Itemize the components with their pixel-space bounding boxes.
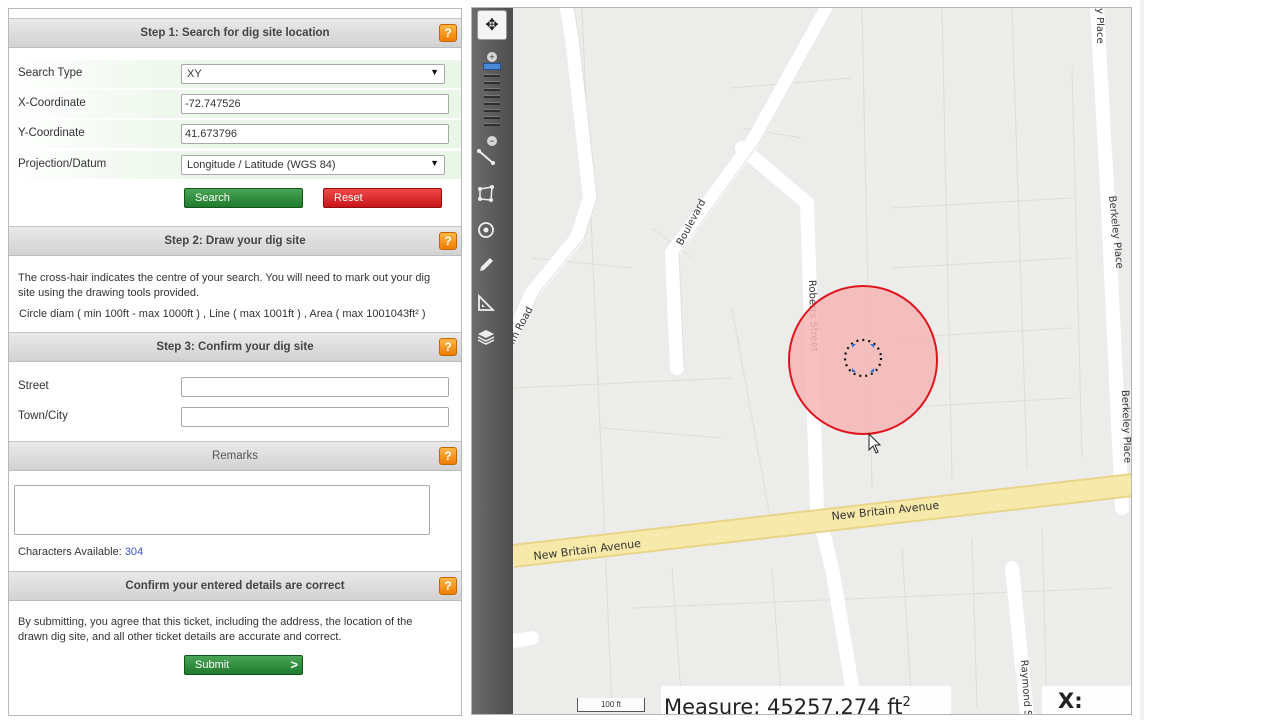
x-coordinate-row: X-Coordinate -72.747526 [9, 90, 461, 118]
circle-tool-icon[interactable] [477, 221, 507, 251]
projection-row: Projection/Datum Longitude / Latitude (W… [9, 151, 461, 179]
zoom-in-icon[interactable]: + [487, 52, 497, 62]
polygon-tool-icon[interactable] [477, 185, 507, 215]
scale-bar: 100 ft [577, 698, 645, 712]
street-input[interactable] [181, 377, 449, 397]
zoom-slider-handle[interactable] [483, 63, 501, 70]
step2-limits: Circle diam ( min 100ft - max 1000ft ) ,… [19, 308, 426, 320]
y-coordinate-input[interactable]: 41.673796 [181, 124, 449, 144]
confirm-header: Confirm your entered details are correct… [9, 571, 461, 601]
zoom-out-icon[interactable]: − [487, 136, 497, 146]
chevron-down-icon: ▼ [430, 158, 439, 168]
confirm-text-line2: drawn dig site, and all other ticket det… [18, 631, 342, 643]
projection-label: Projection/Datum [18, 158, 107, 170]
chevron-down-icon: ▼ [430, 67, 439, 77]
x-coordinate-input[interactable]: -72.747526 [181, 94, 449, 114]
submit-button[interactable]: Submit > [184, 655, 303, 675]
step3-header: Step 3: Confirm your dig site ? [9, 332, 461, 362]
projection-select[interactable]: Longitude / Latitude (WGS 84) ▼ [181, 155, 445, 175]
pencil-icon[interactable] [477, 256, 507, 286]
berkeley-place-label-top: y Place [1094, 8, 1105, 44]
step2-instructions-line1: The cross-hair indicates the centre of y… [18, 272, 431, 284]
line-tool-icon[interactable] [477, 148, 507, 178]
submit-label: Submit [195, 659, 230, 671]
town-input[interactable] [181, 407, 449, 427]
map-canvas[interactable]: New Britain Avenue New Britain Avenue Ro… [472, 8, 1132, 715]
ham-road [505, 8, 598, 345]
characters-available: Characters Available: 304 [18, 544, 143, 560]
right-margin [1140, 0, 1280, 720]
layers-icon[interactable] [477, 328, 507, 358]
remarks-title: Remarks [211, 450, 258, 462]
search-type-row: Search Type XY ▼ [9, 60, 461, 88]
street-row: Street [9, 373, 461, 401]
search-button[interactable]: Search [184, 188, 303, 208]
step1-title: Step 1: Search for dig site location [140, 27, 330, 39]
map-toolbar: ✥ + − [472, 8, 513, 714]
search-type-value: XY [187, 68, 202, 80]
dig-site-circle[interactable] [788, 285, 938, 435]
y-coordinate-label: Y-Coordinate [18, 127, 85, 139]
x-coordinate-label: X-Coordinate [18, 97, 86, 109]
coordinate-readout: X: [1042, 686, 1131, 714]
measure-readout: Measure: 45257.274 ft2 [661, 686, 951, 715]
remarks-header: Remarks ? [9, 441, 461, 471]
town-label: Town/City [18, 410, 68, 422]
projection-value: Longitude / Latitude (WGS 84) [187, 159, 336, 171]
town-row: Town/City [9, 403, 461, 431]
measure-icon[interactable] [477, 294, 507, 324]
roberts-street-road [735, 141, 864, 714]
pan-icon[interactable]: ✥ [477, 10, 507, 40]
characters-available-count: 304 [124, 546, 144, 558]
search-type-select[interactable]: XY ▼ [181, 64, 445, 84]
remarks-textarea[interactable] [14, 485, 430, 535]
confirm-text-line1: By submitting, you agree that this ticke… [18, 616, 413, 628]
arrow-right-icon: > [290, 657, 298, 672]
dig-site-form: Step 1: Search for dig site location ? S… [8, 8, 462, 716]
street-label: Street [18, 380, 49, 392]
measure-unit-power: 2 [902, 695, 911, 710]
step2-instructions-line2: site using the drawing tools provided. [18, 287, 199, 299]
mouse-cursor-icon [868, 432, 882, 454]
step1-help-button[interactable]: ? [439, 24, 457, 42]
step3-title: Step 3: Confirm your dig site [156, 341, 314, 353]
y-coordinate-row: Y-Coordinate 41.673796 [9, 120, 461, 148]
search-type-label: Search Type [18, 67, 83, 79]
step2-title: Step 2: Draw your dig site [164, 235, 306, 247]
zoom-slider[interactable]: + − [480, 52, 504, 148]
step2-header: Step 2: Draw your dig site ? [9, 226, 461, 256]
boulevard-label: Boulevard [675, 198, 708, 248]
step3-help-button[interactable]: ? [439, 338, 457, 356]
step1-header: Step 1: Search for dig site location ? [9, 18, 461, 48]
confirm-help-button[interactable]: ? [439, 577, 457, 595]
confirm-title: Confirm your entered details are correct [125, 580, 345, 592]
map-view[interactable]: New Britain Avenue New Britain Avenue Ro… [471, 7, 1132, 715]
measure-value: Measure: 45257.274 ft [664, 695, 903, 715]
remarks-help-button[interactable]: ? [439, 447, 457, 465]
step2-help-button[interactable]: ? [439, 232, 457, 250]
reset-button[interactable]: Reset [323, 188, 442, 208]
characters-available-label: Characters Available: [18, 546, 122, 558]
